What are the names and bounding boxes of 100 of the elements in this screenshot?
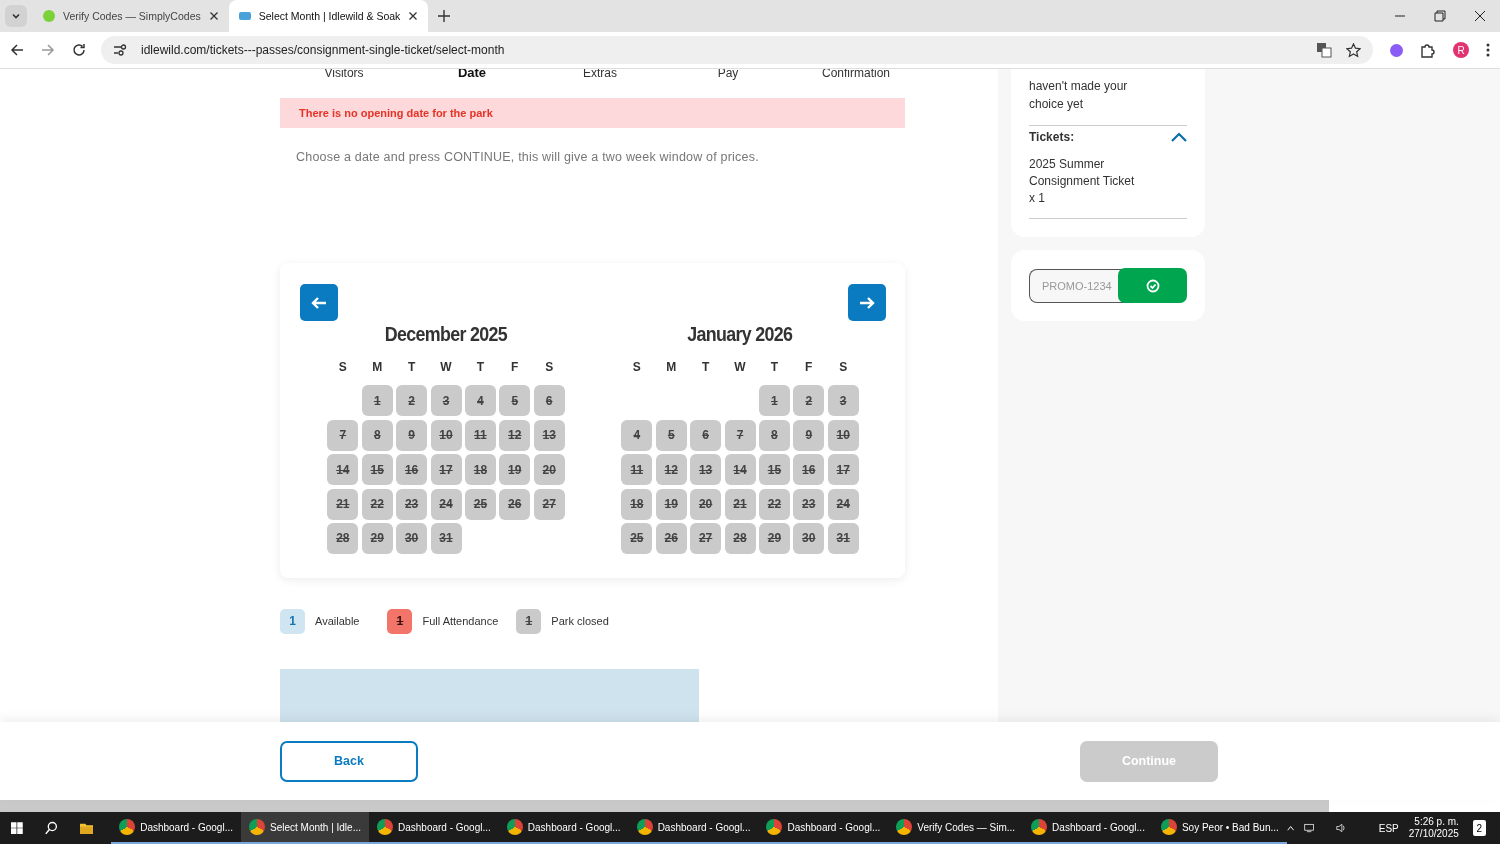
reload-icon[interactable] [72,43,86,57]
notification-badge[interactable]: 2 [1472,820,1486,836]
weekday-label: S [838,360,849,376]
legend-label: Park closed [551,615,609,627]
browser-icon [119,819,136,835]
windows-start-icon[interactable] [11,820,23,836]
horizontal-scrollbar[interactable] [0,800,1329,812]
calendar-day: 27 [690,522,722,554]
taskbar-item[interactable]: Dashboard - Googl... [1023,812,1153,844]
chevron-up-icon[interactable] [1286,824,1295,832]
close-icon[interactable] [408,11,419,21]
browser-icon [506,819,523,835]
back-button[interactable]: Back [280,740,418,782]
browser-icon [1031,819,1048,835]
weekday-label: W [439,360,453,376]
calendar-day: 1 [361,385,393,417]
menu-icon[interactable] [1486,43,1490,57]
browser-icon [1160,819,1177,835]
weekday-label: F [804,360,814,376]
summary-message: haven't made your [1029,78,1129,95]
calendar-day: 31 [827,522,859,554]
ticket-line: x 1 [1029,190,1046,207]
taskbar-item[interactable]: Verify Codes — Sim... [888,812,1024,844]
step-label: Pay [716,69,740,79]
translate-icon[interactable] [1316,42,1332,58]
forward-arrow-icon[interactable] [41,43,55,57]
calendar-day: 15 [361,454,393,486]
browser-icon [636,819,653,835]
clock-date: 27/10/2025 [1408,828,1459,840]
browser-tab[interactable]: Select Month | Idlewild & Soak [228,0,429,32]
star-icon[interactable] [1346,42,1361,58]
arrow-left-icon [311,295,327,310]
calendar-day: 11 [621,454,653,486]
browser-tab[interactable]: Verify Codes — SimplyCodes [33,0,229,32]
weekday-label: S [337,360,348,376]
instructions-text: Choose a date and press CONTINUE, this will give a two week window of prices. [295,150,760,164]
calendar-day: 9 [793,419,825,451]
calendar-day: 5 [655,419,687,451]
taskbar-item[interactable]: Select Month | Idle... [241,812,369,844]
weekday-label: M [665,360,678,376]
extension-icon[interactable] [1390,43,1403,57]
calendar-day: 4 [464,385,496,417]
calendar-day: 30 [396,522,428,554]
promo-code-field[interactable]: PROMO-1234 [1029,268,1126,303]
calendar-day: 22 [758,488,790,520]
speaker-icon[interactable] [1336,822,1347,834]
arrow-right-icon [859,295,875,310]
new-tab-icon[interactable] [438,10,451,22]
ticket-line: 2025 Summer [1029,156,1106,173]
weekday-label: S [544,360,555,376]
calendar-day: 21 [724,488,756,520]
puzzle-icon[interactable] [1420,42,1436,58]
month-title: January 2026 [687,322,793,346]
tab-list-button[interactable] [5,5,27,27]
address-bar[interactable]: idlewild.com/tickets---passes/consignment-single-ticket/select-month [101,36,1373,64]
restore-icon[interactable] [1434,10,1446,22]
next-button[interactable] [848,284,886,321]
browser-icon [766,819,783,835]
taskbar-item[interactable]: Dashboard - Googl... [628,812,759,844]
calendar-day: 9 [396,419,428,451]
calendar-day: 13 [533,419,565,451]
tickets-heading: Tickets: [1029,130,1075,144]
close-icon[interactable] [1474,10,1486,22]
month-title: December 2025 [384,322,508,346]
weekday-label: T [406,360,417,376]
back-arrow-icon[interactable] [10,43,24,57]
network-icon[interactable] [1304,822,1315,834]
calendar-day: 23 [396,488,428,520]
legend-label: Available [315,615,360,627]
close-icon[interactable] [208,11,219,21]
calendar-day: 27 [533,488,565,520]
taskbar-item[interactable]: Soy Peor • Bad Bun... [1152,812,1287,844]
language-indicator[interactable]: ESP [1378,822,1399,834]
taskbar-item[interactable]: Dashboard - Googl... [758,812,889,844]
legend-swatch: 1 [516,608,542,634]
weekday-label: T [769,360,780,376]
previous-button[interactable] [300,284,338,321]
calendar-day: 28 [327,522,359,554]
weekday-label: W [733,360,747,376]
calendar-day: 8 [758,419,790,451]
calendar-day: 25 [621,522,653,554]
tab-favicon-icon [43,10,55,22]
calendar-day: 3 [430,385,462,417]
chevron-icon[interactable] [1171,132,1187,142]
ticket-line: Consignment Ticket [1029,173,1136,190]
taskbar-item[interactable]: Dashboard - Googl... [368,812,499,844]
calendar-day: 17 [430,454,462,486]
taskbar-item[interactable]: Dashboard - Googl... [111,812,241,844]
weekday-label: T [700,360,711,376]
summary-message: choice yet [1029,96,1085,113]
taskbar-item[interactable]: Dashboard - Googl... [498,812,629,844]
calendar-day: 14 [724,454,756,486]
site-settings-icon[interactable] [113,43,127,57]
legend-swatch: 1 [280,608,305,634]
profile-avatar[interactable]: R [1453,42,1469,58]
legend-label: Full Attendance [422,615,499,627]
calendar-day: 12 [499,419,531,451]
calendar-day: 18 [621,488,653,520]
calendar-day: 31 [430,522,462,554]
search-icon[interactable] [44,819,58,837]
